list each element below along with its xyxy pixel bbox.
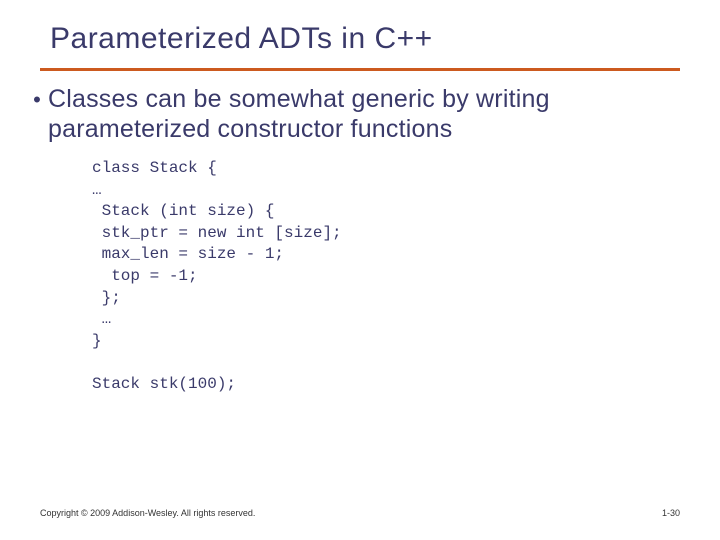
code-block: class Stack { … Stack (int size) { stk_p… xyxy=(92,158,680,396)
slide: Parameterized ADTs in C++ • Classes can … xyxy=(0,0,720,540)
bullet-item: • Classes can be somewhat generic by wri… xyxy=(26,85,680,144)
title-underline xyxy=(40,68,680,71)
page-number: 1-30 xyxy=(662,508,680,518)
bullet-text: Classes can be somewhat generic by writi… xyxy=(48,85,680,144)
copyright-footer: Copyright © 2009 Addison-Wesley. All rig… xyxy=(40,508,255,518)
slide-title: Parameterized ADTs in C++ xyxy=(50,22,680,56)
bullet-icon: • xyxy=(26,85,48,115)
